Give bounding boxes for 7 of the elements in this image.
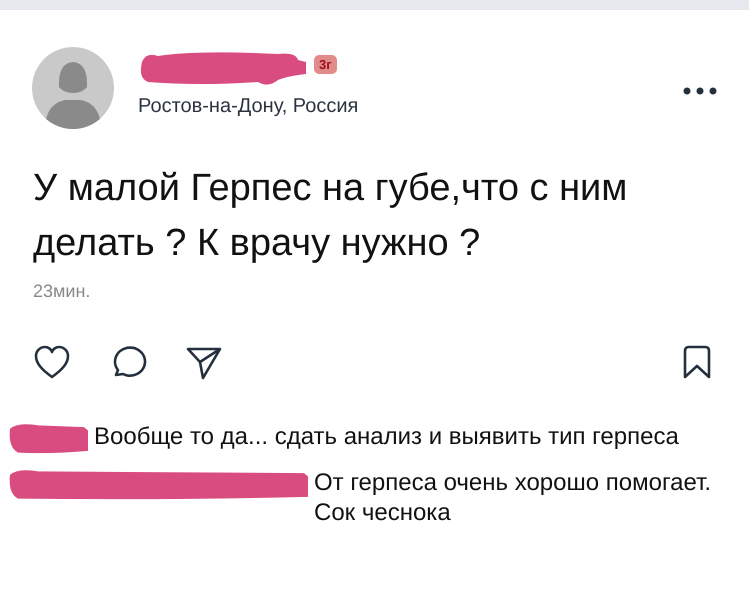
more-icon[interactable]	[683, 87, 717, 95]
comment-text: От герпеса очень хорошо помогает. Сок чеснока	[314, 468, 712, 528]
post-text: У малой Герпес на губе,что с ним делать ? К врачу нужно ?	[33, 166, 628, 266]
author-location: Ростов-на-Дону, Россия	[138, 95, 360, 118]
post-time: 23мин.	[33, 281, 92, 302]
comment-text: Вообще то да... сдать анализ и выявить тип герпеса	[94, 422, 680, 452]
badge: 3г	[314, 54, 337, 74]
